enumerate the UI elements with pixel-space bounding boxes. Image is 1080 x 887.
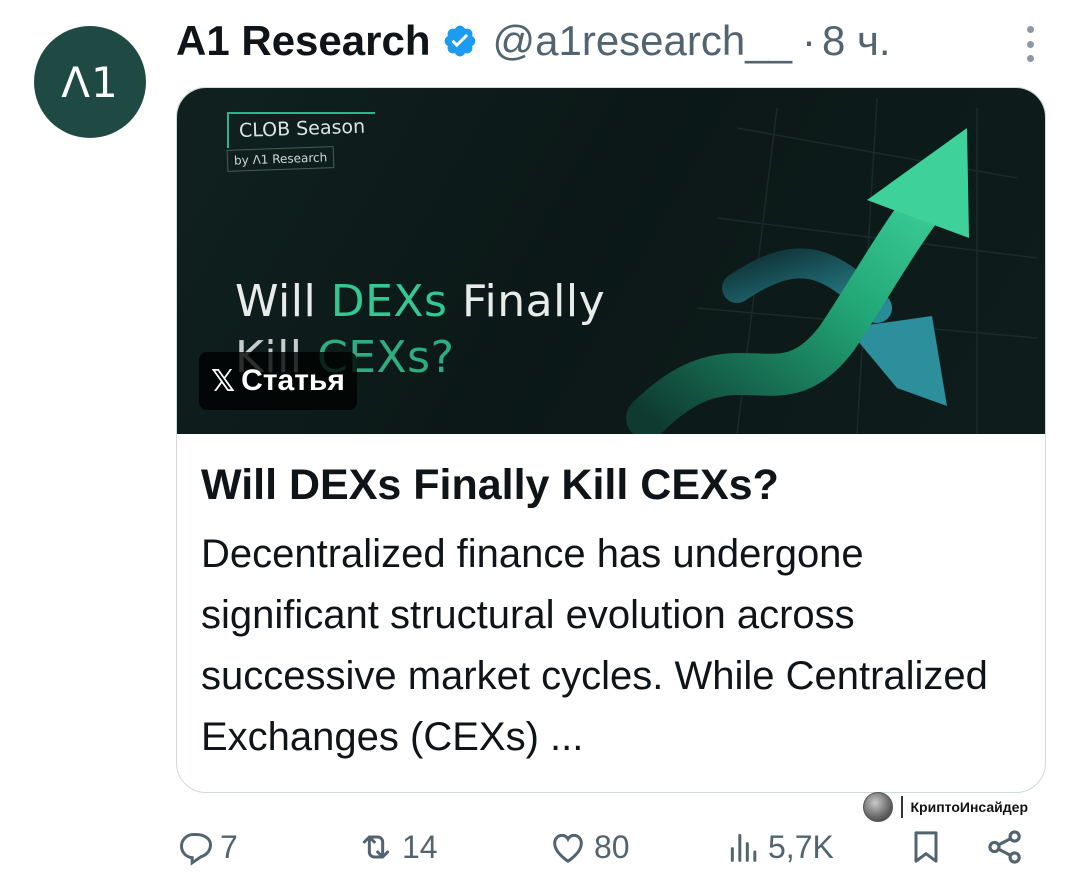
x-logo-icon: 𝕏 [211,363,236,399]
article-cover-image: CLOB Season by Λ1 Research Will DEXs Fin… [177,88,1045,434]
article-card[interactable]: CLOB Season by Λ1 Research Will DEXs Fin… [176,87,1046,793]
repost-icon [362,835,390,859]
repost-count: 14 [402,828,438,865]
like-icon [553,833,583,863]
views-button[interactable]: 5,7K [724,822,834,872]
like-button[interactable]: 80 [546,822,630,872]
action-bar: 7 14 80 5,7K [176,822,1036,872]
bookmark-icon [914,831,938,863]
view-count: 5,7K [768,828,834,865]
share-button[interactable] [984,822,1026,872]
tweet: Λ1 A1 Research @a1research__ · 8 ч. CLOB… [0,0,1080,887]
author-name[interactable]: A1 Research [176,17,430,65]
watermark: КриптоИнсайдер [862,792,1028,822]
reply-button[interactable]: 7 [176,822,238,872]
timestamp[interactable]: 8 ч. [822,17,891,65]
author-handle[interactable]: @a1research__ [492,17,791,65]
tweet-header: A1 Research @a1research__ · 8 ч. [176,14,891,68]
reply-icon [179,833,213,866]
article-title[interactable]: Will DEXs Finally Kill CEXs? [201,456,1021,514]
watermark-divider [900,796,903,818]
by-label: by Λ1 Research [226,146,335,172]
repost-button[interactable]: 14 [354,822,438,872]
watermark-logo-icon [862,792,893,822]
separator-dot: · [801,17,816,64]
article-badge-label: Статья [241,364,345,397]
like-count: 80 [594,828,630,865]
article-badge: 𝕏 Статья [199,352,357,410]
avatar-text: Λ1 [61,57,119,107]
share-icon [988,830,1021,864]
season-label: CLOB Season [238,115,366,142]
more-options-icon[interactable] [1020,22,1040,66]
cover-headline-line-1: Will DEXs Finally [235,276,606,327]
season-label-box: CLOB Season [227,112,376,148]
bookmark-button[interactable] [906,822,946,872]
avatar[interactable]: Λ1 [34,26,146,138]
article-description: Decentralized finance has undergone sign… [201,532,988,759]
article-card-body: Will DEXs Finally Kill CEXs? Decentraliz… [177,434,1045,768]
verified-badge-icon[interactable] [442,23,478,59]
watermark-text: КриптоИнсайдер [910,799,1028,815]
reply-count: 7 [220,828,238,865]
views-icon [730,833,757,862]
